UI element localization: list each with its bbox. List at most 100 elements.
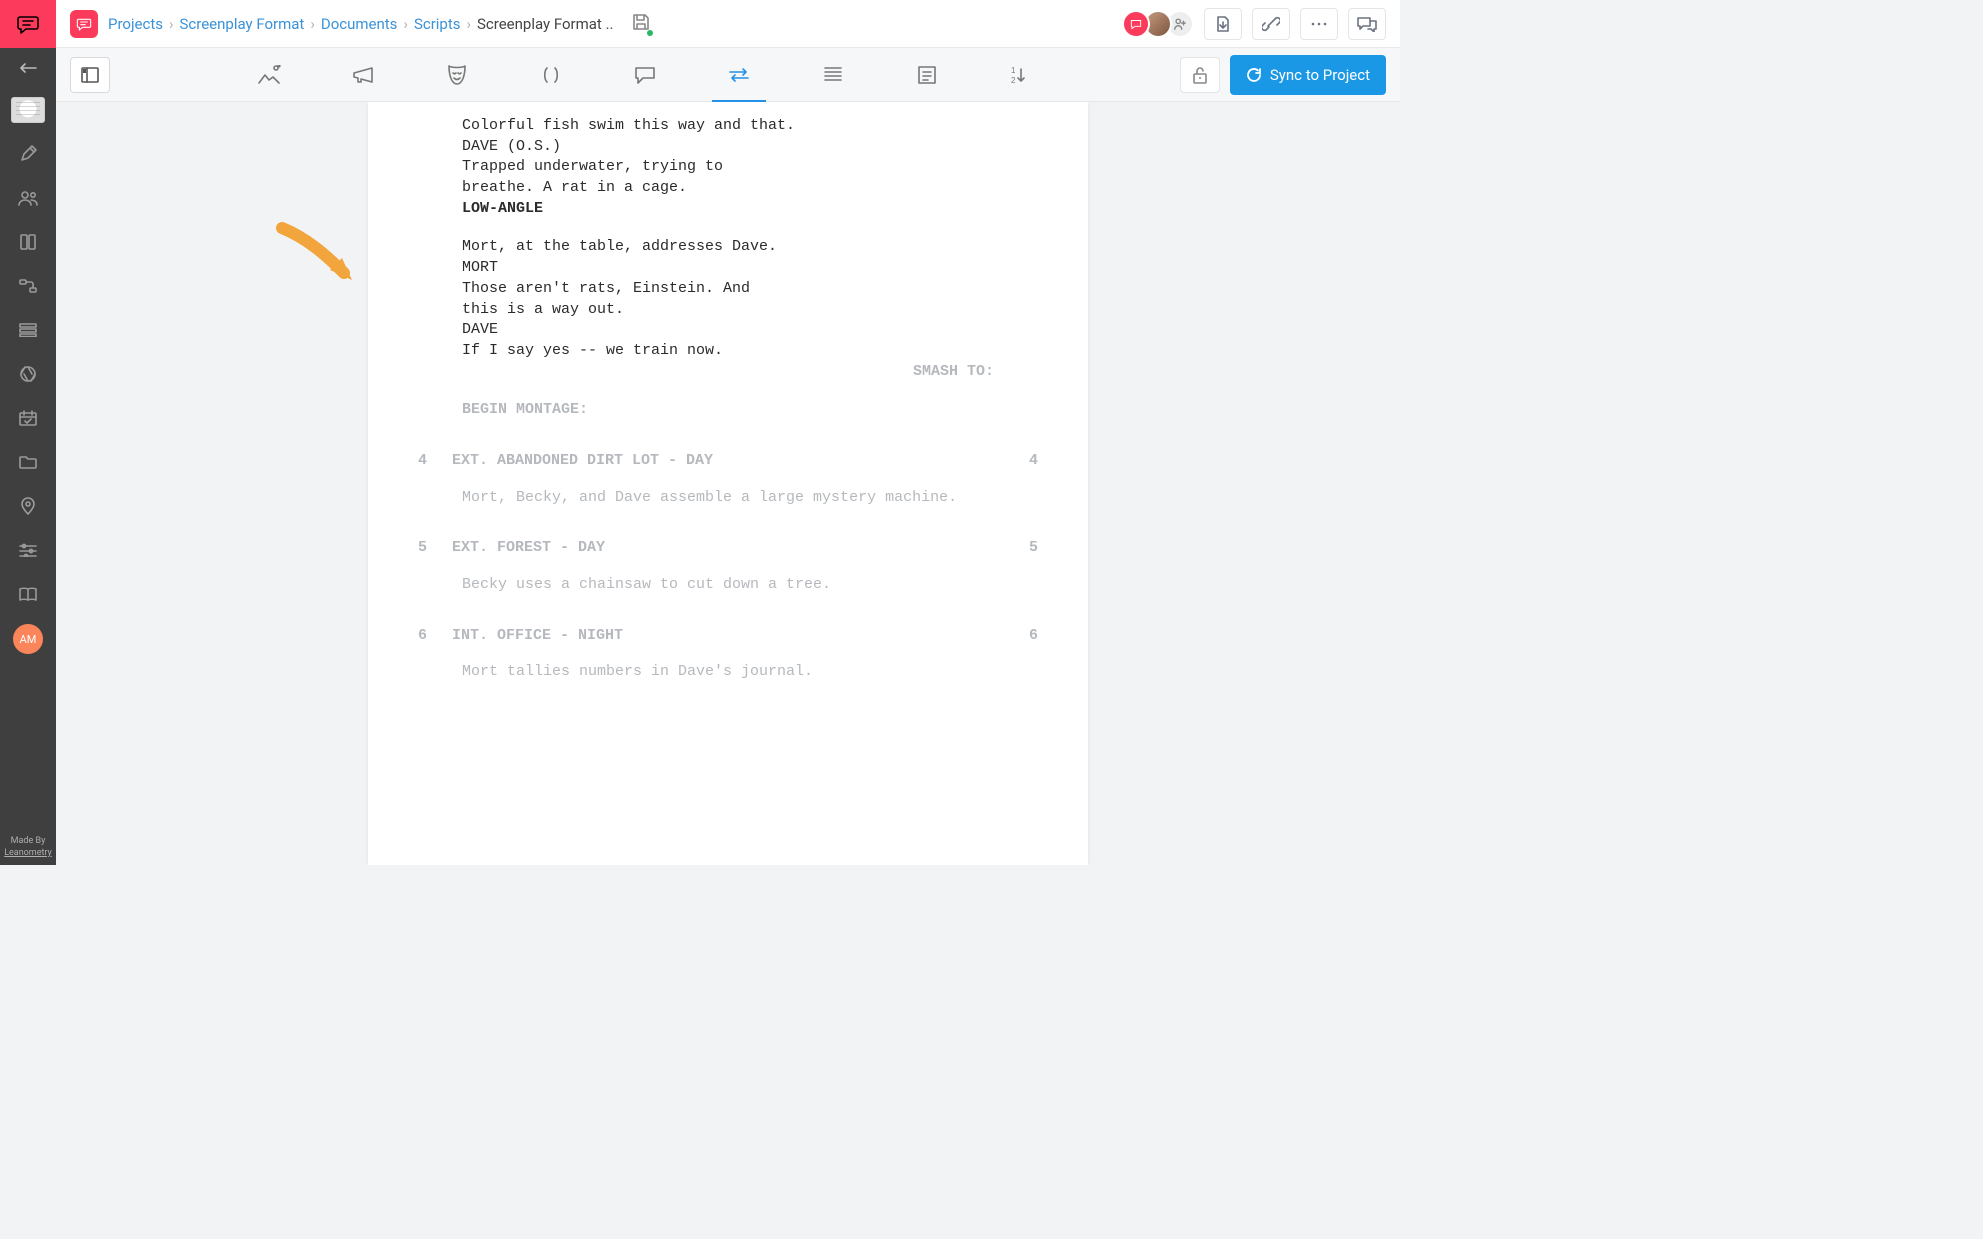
pencil-icon bbox=[19, 145, 37, 163]
transition-line[interactable]: SMASH TO: bbox=[462, 362, 994, 383]
tool-dialogue[interactable] bbox=[618, 55, 672, 95]
speech-bubble-icon bbox=[634, 65, 656, 85]
svg-text:2: 2 bbox=[1011, 76, 1016, 85]
scene-number-left: 4 bbox=[418, 451, 452, 472]
dialogue-line[interactable]: breathe. A rat in a cage. bbox=[462, 178, 822, 199]
crumb-documents[interactable]: Documents bbox=[321, 15, 398, 33]
dialogue-line[interactable]: Those aren't rats, Einstein. And bbox=[462, 279, 822, 300]
comments-icon bbox=[1357, 16, 1377, 32]
panel-left-icon bbox=[81, 67, 99, 83]
align-lines-icon bbox=[823, 66, 843, 84]
sliders-icon bbox=[19, 543, 37, 557]
chat-bubble-icon bbox=[16, 12, 40, 36]
sidebar-location[interactable] bbox=[0, 484, 56, 528]
image-icon bbox=[257, 65, 281, 85]
folder-icon bbox=[19, 455, 37, 469]
made-by-footer: Made By Leanometry bbox=[0, 835, 56, 859]
lock-button[interactable] bbox=[1180, 57, 1220, 93]
mask-icon bbox=[447, 64, 467, 86]
top-header: Projects › Screenplay Format › Documents… bbox=[56, 0, 1400, 48]
crumb-scripts[interactable]: Scripts bbox=[414, 15, 461, 33]
chevron-right-icon: › bbox=[169, 15, 174, 33]
sidebar-edit[interactable] bbox=[0, 132, 56, 176]
back-arrow[interactable] bbox=[18, 48, 38, 88]
panel-toggle-button[interactable] bbox=[70, 57, 110, 93]
sidebar-rows[interactable] bbox=[0, 308, 56, 352]
crumb-projects[interactable]: Projects bbox=[108, 15, 163, 33]
editor-stage[interactable]: Colorful fish swim this way and that. DA… bbox=[56, 102, 1400, 865]
book-open-icon bbox=[19, 587, 37, 601]
note-icon bbox=[917, 65, 937, 85]
header-app-badge[interactable] bbox=[70, 10, 98, 38]
action-line[interactable]: Becky uses a chainsaw to cut down a tree… bbox=[462, 575, 994, 596]
editor-toolbar: 12 Sync to Project bbox=[56, 48, 1400, 102]
subheader[interactable]: LOW-ANGLE bbox=[462, 199, 994, 220]
character-cue[interactable]: DAVE (O.S.) bbox=[462, 137, 994, 158]
made-by-link[interactable]: Leanometry bbox=[0, 847, 56, 859]
sidebar-compare[interactable] bbox=[0, 220, 56, 264]
collaborator-avatars[interactable] bbox=[1122, 10, 1194, 38]
comments-button[interactable] bbox=[1348, 8, 1386, 40]
sidebar-book[interactable] bbox=[0, 572, 56, 616]
share-link-button[interactable] bbox=[1252, 8, 1290, 40]
action-line[interactable]: Mort, at the table, addresses Dave. bbox=[462, 237, 994, 258]
crumb-current: Screenplay Format .. bbox=[477, 15, 613, 33]
calendar-icon bbox=[19, 410, 37, 426]
tool-image[interactable] bbox=[242, 55, 296, 95]
scene-number-right: 4 bbox=[1029, 451, 1038, 472]
save-status[interactable] bbox=[631, 12, 651, 36]
sidebar-folder[interactable] bbox=[0, 440, 56, 484]
export-button[interactable] bbox=[1204, 8, 1242, 40]
more-menu-button[interactable] bbox=[1300, 8, 1338, 40]
scene-number-right: 5 bbox=[1029, 538, 1038, 559]
sync-to-project-button[interactable]: Sync to Project bbox=[1230, 55, 1386, 95]
sidebar-cast[interactable] bbox=[0, 176, 56, 220]
chevron-right-icon: › bbox=[403, 15, 408, 33]
crumb-screenplay-format[interactable]: Screenplay Format bbox=[180, 15, 305, 33]
dialogue-line[interactable]: this is a way out. bbox=[462, 300, 822, 321]
scene-row[interactable]: 6 INT. OFFICE - NIGHT 6 bbox=[462, 626, 994, 647]
sync-button-label: Sync to Project bbox=[1270, 66, 1370, 84]
sidebar-flow[interactable] bbox=[0, 264, 56, 308]
more-horizontal-icon bbox=[1310, 21, 1328, 27]
scene-row[interactable]: 5 EXT. FOREST - DAY 5 bbox=[462, 538, 994, 559]
character-cue[interactable]: DAVE bbox=[462, 320, 994, 341]
flow-icon bbox=[19, 279, 37, 293]
export-pdf-icon bbox=[1214, 15, 1232, 33]
tool-announce[interactable] bbox=[336, 55, 390, 95]
tool-note[interactable] bbox=[900, 55, 954, 95]
tool-transition[interactable] bbox=[712, 55, 766, 95]
dialogue-line[interactable]: Trapped underwater, trying to bbox=[462, 157, 822, 178]
columns-icon bbox=[19, 233, 37, 251]
chevron-right-icon: › bbox=[310, 15, 315, 33]
aperture-icon bbox=[19, 365, 37, 383]
action-line[interactable]: Mort, Becky, and Dave assemble a large m… bbox=[462, 488, 994, 509]
sidebar-aperture[interactable] bbox=[0, 352, 56, 396]
annotation-arrow bbox=[272, 218, 372, 306]
presence-app-icon bbox=[1122, 10, 1150, 38]
tool-numbering[interactable]: 12 bbox=[994, 55, 1048, 95]
tool-parenthetical[interactable] bbox=[524, 55, 578, 95]
scene-heading[interactable]: INT. OFFICE - NIGHT bbox=[452, 626, 623, 647]
scene-number-left: 5 bbox=[418, 538, 452, 559]
scene-row[interactable]: 4 EXT. ABANDONED DIRT LOT - DAY 4 bbox=[462, 451, 994, 472]
sidebar-thumbnail[interactable] bbox=[0, 88, 56, 132]
tool-character[interactable] bbox=[430, 55, 484, 95]
user-avatar[interactable]: AM bbox=[13, 624, 43, 654]
montage-header[interactable]: BEGIN MONTAGE: bbox=[462, 400, 994, 421]
tool-text-align[interactable] bbox=[806, 55, 860, 95]
action-line[interactable]: Colorful fish swim this way and that. bbox=[462, 116, 994, 137]
app-logo[interactable] bbox=[0, 0, 56, 48]
scene-number-right: 6 bbox=[1029, 626, 1038, 647]
script-page[interactable]: Colorful fish swim this way and that. DA… bbox=[368, 102, 1088, 865]
sidebar-calendar[interactable] bbox=[0, 396, 56, 440]
refresh-icon bbox=[1246, 67, 1262, 83]
scene-heading[interactable]: EXT. FOREST - DAY bbox=[452, 538, 605, 559]
svg-text:1: 1 bbox=[1011, 66, 1016, 75]
character-cue[interactable]: MORT bbox=[462, 258, 994, 279]
action-line[interactable]: Mort tallies numbers in Dave's journal. bbox=[462, 662, 994, 683]
sidebar-sliders[interactable] bbox=[0, 528, 56, 572]
scene-heading[interactable]: EXT. ABANDONED DIRT LOT - DAY bbox=[452, 451, 713, 472]
dialogue-line[interactable]: If I say yes -- we train now. bbox=[462, 341, 822, 362]
chevron-right-icon: › bbox=[467, 15, 472, 33]
